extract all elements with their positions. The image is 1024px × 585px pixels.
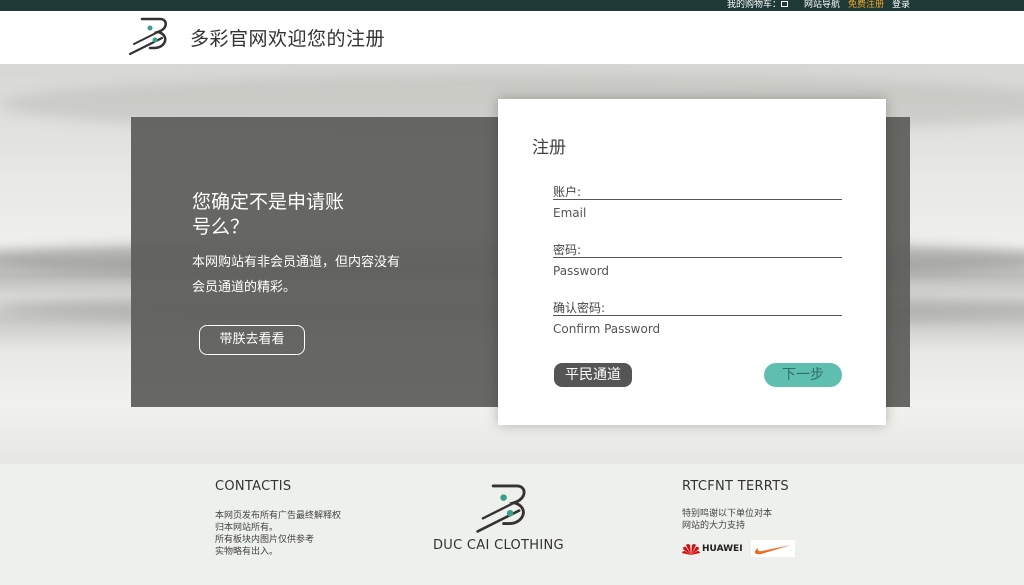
cart-link[interactable]: 我的购物车：	[727, 0, 796, 11]
next-step-button[interactable]: 下一步	[764, 363, 842, 387]
hero-section: 您确定不是申请账号么？ 本网购站有非会员通道，但内容没有会员通道的精彩。 带朕去…	[0, 64, 1024, 464]
password-label: 密码:	[553, 242, 842, 258]
site-footer: CONTACTIS 本网页发布所有广告最终解释权 归本网站所有。 所有板块内图片…	[0, 464, 1024, 585]
contact-text: 本网页发布所有广告最终解释权 归本网站所有。 所有板块内图片仅供参考 实物略有出…	[215, 510, 341, 558]
register-title: 注册	[532, 138, 566, 158]
top-bar: 我的购物车： 网站导航 免费注册 登录	[0, 0, 1024, 11]
partners-line: 特别鸣谢以下单位对本	[682, 509, 773, 519]
page-title: 多彩官网欢迎您的注册	[190, 28, 386, 50]
free-register-link[interactable]: 免费注册	[848, 0, 884, 11]
confirm-password-input[interactable]	[553, 322, 842, 336]
partners-line: 网站的大力支持	[682, 521, 746, 531]
partners-section: RTCFNT TERRTS 特别鸣谢以下单位对本 网站的大力支持 HUAWEI	[682, 479, 795, 557]
huawei-petal-icon	[682, 543, 700, 555]
contact-line: 实物略有出入。	[215, 547, 279, 557]
contact-line: 归本网站所有。	[215, 523, 279, 533]
contact-line: 所有板块内图片仅供参考	[215, 535, 315, 545]
huawei-logo[interactable]: HUAWEI	[682, 543, 743, 555]
promo-title: 您确定不是申请账号么？	[192, 191, 345, 238]
password-field: 密码:	[553, 242, 842, 278]
contact-section: CONTACTIS 本网页发布所有广告最终解释权 归本网站所有。 所有板块内图片…	[215, 479, 341, 558]
brand-section: DUC CAI CLOTHING	[433, 482, 573, 553]
brand-logo-icon[interactable]	[128, 16, 168, 56]
confirm-password-label: 确认密码:	[553, 300, 842, 316]
site-header: 多彩官网欢迎您的注册	[0, 11, 1024, 64]
contact-line: 本网页发布所有广告最终解释权	[215, 511, 342, 521]
account-label: 账户:	[553, 184, 842, 200]
nike-logo[interactable]	[750, 540, 795, 557]
confirm-password-field: 确认密码:	[553, 300, 842, 336]
sponsor-logos: HUAWEI	[682, 540, 795, 557]
nike-swoosh-icon	[754, 544, 791, 554]
guest-channel-button[interactable]: 平民通道	[554, 363, 632, 387]
partners-heading: RTCFNT TERRTS	[682, 479, 789, 494]
password-input[interactable]	[553, 264, 842, 278]
brand-name: DUC CAI CLOTHING	[433, 538, 564, 553]
register-card: 注册 账户: 密码: 确认密码: 平民通道 下一步	[498, 99, 886, 425]
take-me-button[interactable]: 带朕去看看	[199, 325, 305, 355]
email-input[interactable]	[553, 206, 842, 220]
site-nav-link[interactable]: 网站导航	[804, 0, 840, 11]
contact-heading: CONTACTIS	[215, 479, 292, 494]
cart-icon[interactable]	[780, 1, 788, 7]
login-link[interactable]: 登录	[892, 0, 910, 11]
promo-text: 本网购站有非会员通道，但内容没有会员通道的精彩。	[192, 255, 401, 295]
top-links: 我的购物车： 网站导航 免费注册 登录	[727, 0, 910, 11]
partners-text: 特别鸣谢以下单位对本 网站的大力支持	[682, 508, 795, 532]
brand-logo-icon	[476, 484, 526, 533]
account-field: 账户:	[553, 184, 842, 220]
huawei-text: HUAWEI	[702, 543, 743, 554]
